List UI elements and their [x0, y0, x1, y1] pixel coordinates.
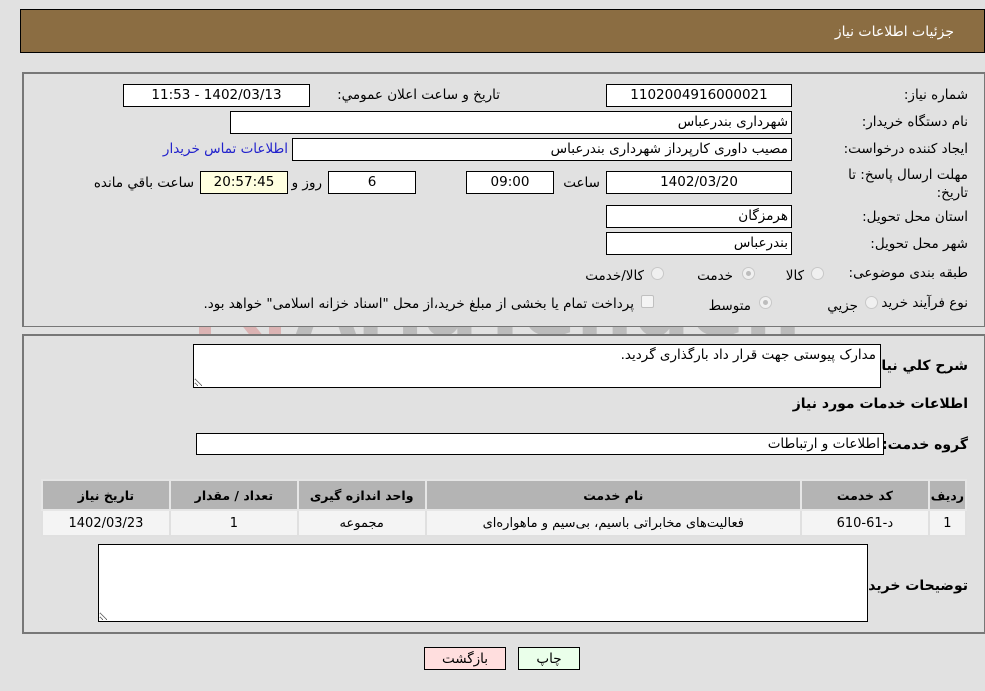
treasury-checkbox[interactable]: [641, 295, 654, 308]
province-field: هرمزگان: [606, 205, 792, 228]
need-number-label: شماره نیاز:: [903, 87, 968, 103]
services-table: ردیف کد خدمت نام خدمت واحد اندازه گیری ت…: [41, 479, 968, 537]
deadline-time-field: 09:00: [466, 171, 554, 194]
services-table-header: ردیف کد خدمت نام خدمت واحد اندازه گیری ت…: [41, 479, 968, 511]
category-radio-goods-service[interactable]: [651, 267, 664, 280]
deadline-label: مهلت ارسال پاسخ: تا تاریخ:: [848, 167, 968, 201]
province-label: استان محل تحویل:: [862, 209, 968, 225]
category-option-service: خدمت: [697, 268, 733, 284]
buyer-org-field: شهرداری بندرعباس: [230, 111, 792, 134]
announce-datetime-field: 1402/03/13 - 11:53: [123, 84, 310, 107]
col-quantity: تعداد / مقدار: [168, 479, 299, 511]
process-option-minor: جزیي: [827, 298, 858, 314]
cell-unit: مجموعه: [296, 509, 427, 537]
announce-datetime-label: تاریخ و ساعت اعلان عمومي:: [337, 87, 500, 103]
city-label: شهر محل تحویل:: [870, 236, 968, 252]
service-group-label: گروه خدمت:: [882, 437, 968, 453]
process-radio-minor[interactable]: [865, 296, 878, 309]
buyer-org-label: نام دستگاه خریدار:: [861, 114, 968, 130]
table-row: 1 د-61-610 فعالیت‌های مخابراتی باسیم، بی…: [41, 509, 968, 537]
page-header: جزئیات اطلاعات نیاز: [20, 9, 985, 53]
remaining-days-field: 6: [328, 171, 416, 194]
process-label: نوع فرآیند خرید :: [872, 295, 968, 311]
city-field: بندرعباس: [606, 232, 792, 255]
page-title: جزئیات اطلاعات نیاز: [834, 24, 954, 40]
process-radio-medium[interactable]: [759, 296, 772, 309]
cell-quantity: 1: [168, 509, 299, 537]
deadline-time-label: ساعت: [563, 175, 600, 191]
category-radio-goods[interactable]: [811, 267, 824, 280]
category-option-goods-service: کالا/خدمت: [585, 268, 644, 284]
buyer-notes-textarea[interactable]: [98, 544, 868, 622]
need-details-panel: شماره نیاز: 1102004916000021 تاریخ و ساع…: [22, 72, 985, 327]
back-button[interactable]: بازگشت: [424, 647, 506, 670]
remaining-time-label: ساعت باقي مانده: [93, 175, 194, 191]
col-unit: واحد اندازه گیری: [296, 479, 427, 511]
summary-label: شرح کلي نیاز:: [867, 358, 968, 374]
deadline-date-field: 1402/03/20: [606, 171, 792, 194]
services-section-title: اطلاعات خدمات مورد نیاز: [792, 396, 968, 412]
summary-textarea[interactable]: مدارک پیوستی جهت قرار داد بارگذاری گردید…: [193, 344, 881, 388]
cell-row-number: 1: [927, 509, 968, 537]
treasury-note: پرداخت تمام یا بخشی از مبلغ خرید،از محل …: [203, 296, 634, 312]
days-label: روز و: [291, 175, 322, 191]
cell-need-date: 1402/03/23: [41, 509, 171, 537]
need-description-panel: شرح کلي نیاز: مدارک پیوستی جهت قرار داد …: [22, 334, 985, 634]
buyer-contact-link[interactable]: اطلاعات تماس خریدار: [163, 141, 288, 157]
cell-service-code: د-61-610: [799, 509, 930, 537]
category-radio-service[interactable]: [742, 267, 755, 280]
creator-label: ایجاد کننده درخواست:: [843, 141, 968, 157]
remaining-time-field: 20:57:45: [200, 171, 288, 194]
cell-service-name: فعالیت‌های مخابراتی باسیم، بی‌سیم و ماهو…: [424, 509, 802, 537]
print-button[interactable]: چاپ: [518, 647, 580, 670]
col-service-name: نام خدمت: [424, 479, 802, 511]
category-option-goods: کالا: [785, 268, 804, 284]
category-label: طبقه بندی موضوعی:: [848, 265, 968, 281]
process-option-medium: متوسط: [708, 298, 751, 314]
col-need-date: تاریخ نیاز: [41, 479, 171, 511]
col-row-number: ردیف: [927, 479, 968, 511]
service-group-field: اطلاعات و ارتباطات: [196, 433, 884, 455]
creator-field: مصیب داوری کارپرداز شهرداری بندرعباس: [292, 138, 792, 161]
need-number-field: 1102004916000021: [606, 84, 792, 107]
col-service-code: کد خدمت: [799, 479, 930, 511]
